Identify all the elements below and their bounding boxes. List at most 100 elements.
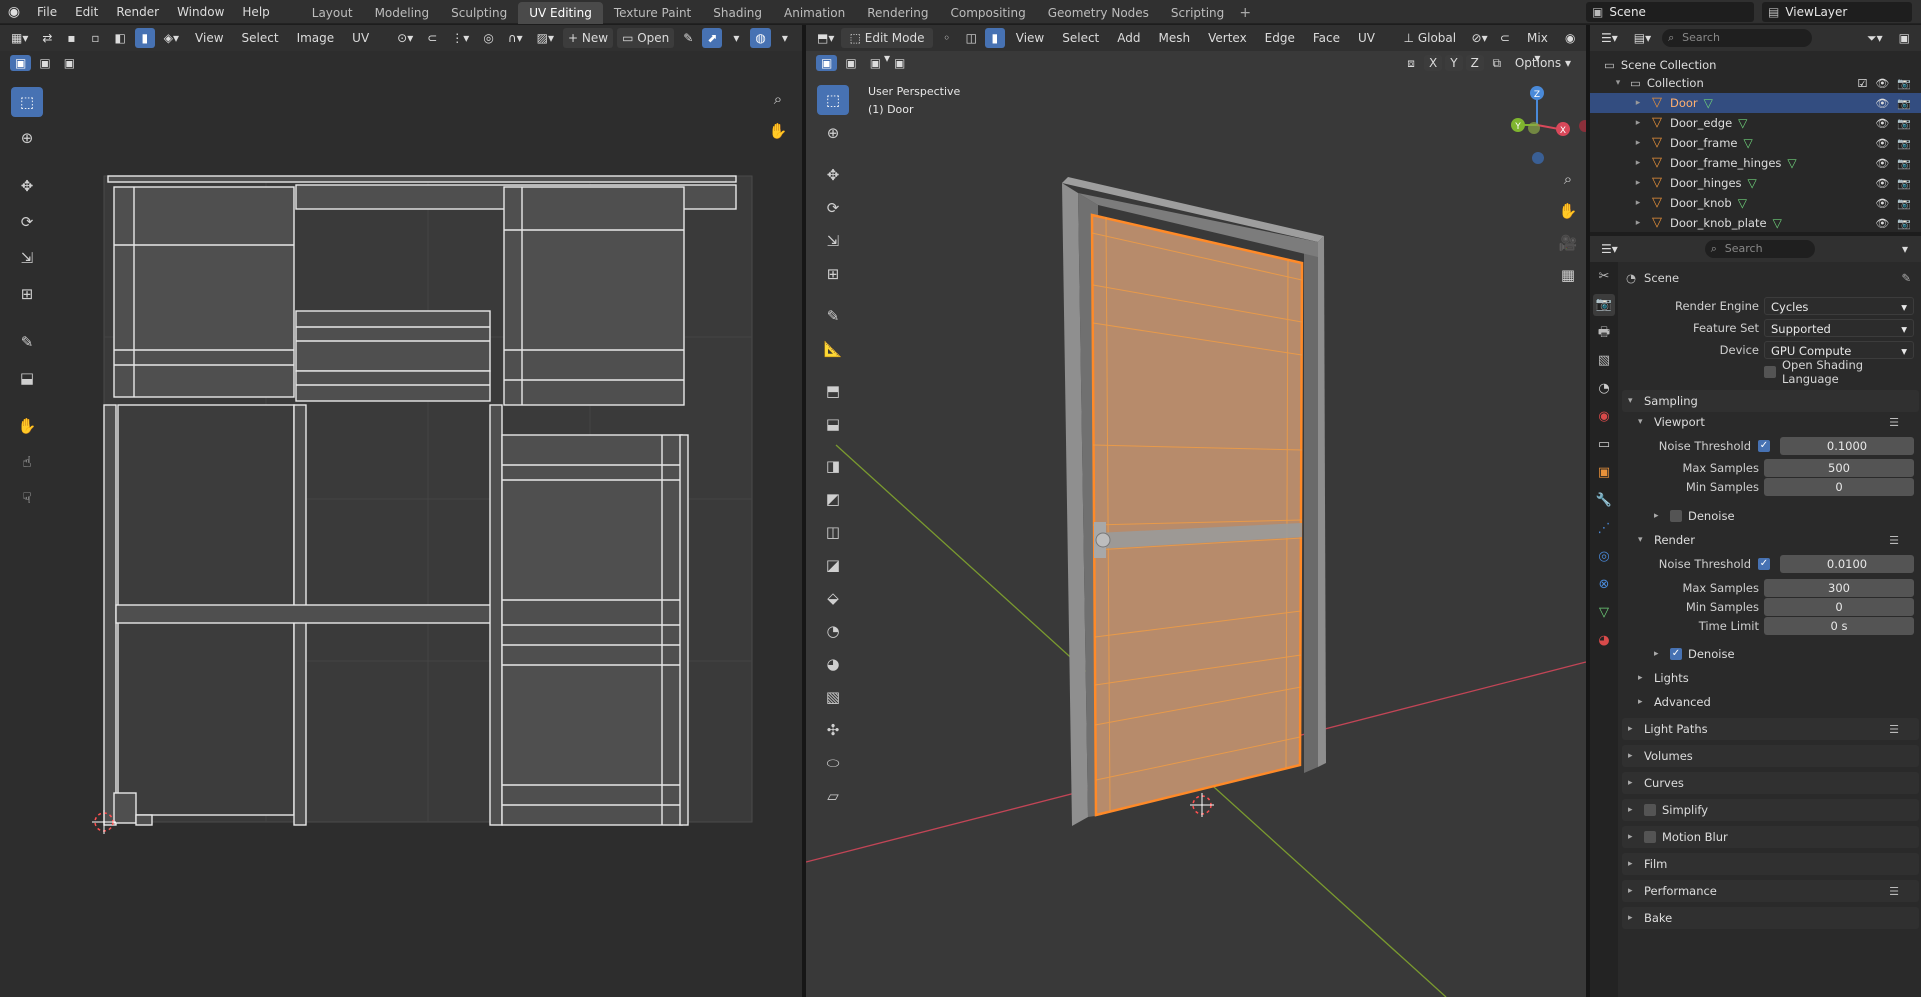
eye-icon[interactable]: 👁	[1875, 197, 1889, 210]
view-layer-selector[interactable]: ▤ ViewLayer	[1762, 2, 1912, 22]
door-panel-selected[interactable]	[1090, 213, 1304, 817]
render-tab-icon[interactable]: 📷	[1593, 294, 1615, 316]
add-workspace-icon[interactable]: +	[1235, 2, 1255, 24]
feature-set-dropdown[interactable]: Supported ▾	[1764, 319, 1914, 337]
collection-tab-icon[interactable]: ▭	[1593, 434, 1615, 456]
particles-tab-icon[interactable]: ⋰	[1593, 518, 1615, 540]
render-denoise-checkbox[interactable]: ✓	[1670, 648, 1682, 660]
viewport-menu-view[interactable]: View	[1009, 27, 1051, 49]
vertex-mode-icon[interactable]: ◦	[937, 28, 957, 48]
vp-grid-icon[interactable]: ▦	[1556, 263, 1580, 287]
inset-tool-icon[interactable]: ◨	[817, 451, 849, 481]
view-layer-tab-icon[interactable]: ▧	[1593, 350, 1615, 372]
chevron-right-icon[interactable]: ▸	[1632, 198, 1644, 208]
display-mode-icon[interactable]: ▤▾	[1629, 28, 1656, 48]
sampling-panel-header[interactable]: ▾ Sampling	[1622, 390, 1919, 412]
lights-subpanel[interactable]: ▸ Lights	[1638, 668, 1919, 688]
viewport-menu-uv[interactable]: UV	[1351, 27, 1382, 49]
advanced-subpanel[interactable]: ▸ Advanced	[1638, 692, 1919, 712]
shrink-tool-icon[interactable]: ✣	[817, 715, 849, 745]
chevron-down-icon[interactable]: ▾	[1612, 78, 1624, 88]
device-dropdown[interactable]: GPU Compute ▾	[1764, 341, 1914, 359]
chevron-right-icon[interactable]: ▸	[1632, 138, 1644, 148]
camera-icon[interactable]: 📷	[1897, 177, 1911, 190]
world-tab-icon[interactable]: ◉	[1593, 406, 1615, 428]
vp-hand-icon[interactable]: ✋	[1556, 199, 1580, 223]
face-mode-icon[interactable]: ▮	[984, 28, 1005, 48]
presets-list-icon[interactable]: ☰	[1889, 416, 1899, 429]
knife-tool-icon[interactable]: ◪	[817, 550, 849, 580]
presets-list-icon[interactable]: ☰	[1889, 723, 1899, 736]
eye-icon[interactable]: 👁	[1875, 77, 1889, 90]
render-subpanel-header[interactable]: ▾ Render ☰	[1638, 530, 1919, 550]
chevron-right-icon[interactable]: ▸	[1632, 98, 1644, 108]
viewport-noise-threshold-checkbox[interactable]: ✓	[1758, 440, 1770, 452]
viewport-menu-add[interactable]: Add	[1110, 27, 1147, 49]
render-max-samples-field[interactable]: 300	[1764, 579, 1914, 597]
mirror-icon[interactable]: ⧈	[1401, 53, 1421, 73]
viewport-denoise-subpanel[interactable]: ▸ Denoise	[1654, 506, 1921, 526]
volumes-panel[interactable]: ▸ Volumes	[1622, 745, 1919, 767]
outliner-item-door-edge[interactable]: ▸ ▽ Door_edge ▽ 👁 📷	[1590, 113, 1921, 133]
vp-move-tool-icon[interactable]: ✥	[817, 160, 849, 190]
3d-cursor[interactable]	[1190, 793, 1214, 817]
material-tab-icon[interactable]: ◕	[1593, 630, 1615, 652]
mesh-data-icon[interactable]: ▽	[1738, 116, 1747, 130]
edge-mode-icon[interactable]: ◫	[961, 28, 981, 48]
eye-icon[interactable]: 👁	[1875, 137, 1889, 150]
vp-zoom-icon[interactable]: ⌕	[1556, 167, 1580, 191]
vp-scale-tool-icon[interactable]: ⇲	[817, 226, 849, 256]
extrude-tool-icon[interactable]: ⬓	[817, 409, 849, 439]
viewport-denoise-checkbox[interactable]	[1670, 510, 1682, 522]
vp-select-subtract-icon[interactable]: ▣	[865, 55, 886, 71]
add-cube-tool-icon[interactable]: ⬒	[817, 376, 849, 406]
outliner-scene-collection[interactable]: ▭ Scene Collection	[1590, 55, 1921, 75]
uv-canvas[interactable]	[0, 25, 802, 997]
mirror-y-button[interactable]: Y	[1445, 55, 1463, 71]
snap-toggle-icon[interactable]: ⊂	[1495, 28, 1515, 48]
menu-window[interactable]: Window	[168, 0, 233, 24]
bevel-tool-icon[interactable]: ◩	[817, 484, 849, 514]
auto-merge-icon[interactable]: ⧉	[1487, 53, 1507, 73]
properties-options-icon[interactable]: ▾	[1895, 239, 1915, 259]
viewport-editor-type-icon[interactable]: ⬒▾	[812, 28, 837, 48]
tool-tab-icon[interactable]: ✂	[1593, 266, 1615, 288]
vp-select-box-tool-icon[interactable]: ⬚	[817, 85, 849, 115]
spin-tool-icon[interactable]: ◔	[817, 616, 849, 646]
data-tab-icon[interactable]: ▽	[1593, 602, 1615, 624]
outliner-item-door[interactable]: ▸ ▽ Door ▽ 👁 📷	[1590, 93, 1921, 113]
menu-edit[interactable]: Edit	[66, 0, 107, 24]
eye-icon[interactable]: 👁	[1875, 117, 1889, 130]
outliner-search-input[interactable]: ⌕ Search	[1662, 29, 1813, 47]
menu-file[interactable]: File	[28, 0, 66, 24]
motion-blur-checkbox[interactable]	[1644, 831, 1656, 843]
outliner-item-door-frame[interactable]: ▸ ▽ Door_frame ▽ 👁 📷	[1590, 133, 1921, 153]
outliner-type-icon[interactable]: ☰▾	[1596, 28, 1623, 48]
pivot-point-icon[interactable]: ⊘▾	[1467, 28, 1491, 48]
outliner-item-door-knob[interactable]: ▸ ▽ Door_knob ▽ 👁 📷	[1590, 193, 1921, 213]
viewport-min-samples-field[interactable]: 0	[1764, 478, 1914, 496]
render-denoise-subpanel[interactable]: ▸ ✓ Denoise	[1654, 644, 1921, 664]
output-tab-icon[interactable]: 🖶	[1593, 322, 1615, 344]
eye-icon[interactable]: 👁	[1875, 217, 1889, 230]
tab-geometry-nodes[interactable]: Geometry Nodes	[1037, 2, 1160, 24]
navigation-gizmo[interactable]: Z X Y	[1499, 86, 1586, 164]
mesh-data-icon[interactable]: ▽	[1787, 156, 1796, 170]
film-panel[interactable]: ▸ Film	[1622, 853, 1919, 875]
loop-cut-tool-icon[interactable]: ◫	[817, 517, 849, 547]
mesh-data-icon[interactable]: ▽	[1773, 216, 1782, 230]
outliner-item-door-hinges[interactable]: ▸ ▽ Door_hinges ▽ 👁 📷	[1590, 173, 1921, 193]
mesh-data-icon[interactable]: ▽	[1738, 196, 1747, 210]
snap-mode-selector[interactable]: Mix ▾	[1519, 28, 1556, 65]
vp-annotate-tool-icon[interactable]: ✎	[817, 301, 849, 331]
mirror-z-button[interactable]: Z	[1465, 55, 1484, 71]
options-dropdown[interactable]: Options ▾	[1510, 53, 1576, 73]
tab-uv-editing[interactable]: UV Editing	[518, 1, 603, 24]
pin-icon[interactable]: ✎	[1901, 271, 1911, 285]
properties-search-input[interactable]: ⌕ Search	[1704, 240, 1815, 258]
tab-rendering[interactable]: Rendering	[856, 2, 939, 24]
simplify-panel[interactable]: ▸ Simplify	[1622, 799, 1919, 821]
viewport-menu-edge[interactable]: Edge	[1258, 27, 1302, 49]
viewport-menu-vertex[interactable]: Vertex	[1201, 27, 1254, 49]
viewport-noise-threshold-field[interactable]: 0.1000	[1780, 437, 1914, 455]
